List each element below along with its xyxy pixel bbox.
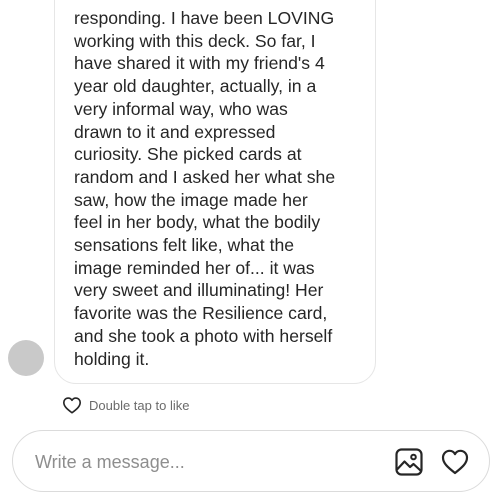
- message-line: very informal way, who was: [74, 98, 288, 119]
- message-line: very sweet and illuminating! Her: [74, 280, 324, 301]
- message-line: and she took a photo with herself: [74, 325, 333, 346]
- message-line: sensations felt like, what the: [74, 235, 295, 256]
- message-line: curiosity. She picked cards at: [74, 144, 302, 165]
- heart-outline-icon[interactable]: [62, 396, 82, 414]
- message-input[interactable]: [35, 448, 365, 476]
- message-line: have shared it with my friend's 4: [74, 53, 325, 74]
- message-line: responding. I have been LOVING: [74, 8, 335, 28]
- message-line: favorite was the Resilience card,: [74, 303, 328, 324]
- gallery-button[interactable]: [394, 447, 424, 477]
- gallery-icon: [395, 448, 423, 476]
- double-tap-like[interactable]: Double tap to like: [62, 394, 189, 416]
- message-line: feel in her body, what the bodily: [74, 212, 321, 233]
- message-line: drawn to it and expressed: [74, 121, 276, 142]
- message-line: saw, how the image made her: [74, 189, 308, 210]
- message-line: working with this deck. So far, I: [74, 30, 316, 51]
- like-hint: Double tap to like: [89, 397, 190, 413]
- chat-screen: responding. I have been LOVING working w…: [0, 0, 500, 500]
- message-line: holding it.: [74, 348, 150, 369]
- message-text: responding. I have been LOVING working w…: [74, 7, 374, 370]
- message-line: image reminded her of... it was: [74, 257, 315, 278]
- message-line: year old daughter, actually, in a: [74, 76, 317, 97]
- heart-button[interactable]: [440, 447, 470, 477]
- heart-icon: [441, 449, 469, 475]
- avatar[interactable]: [8, 340, 44, 376]
- message-composer: [12, 430, 490, 492]
- message-line: random and I asked her what she: [74, 166, 336, 187]
